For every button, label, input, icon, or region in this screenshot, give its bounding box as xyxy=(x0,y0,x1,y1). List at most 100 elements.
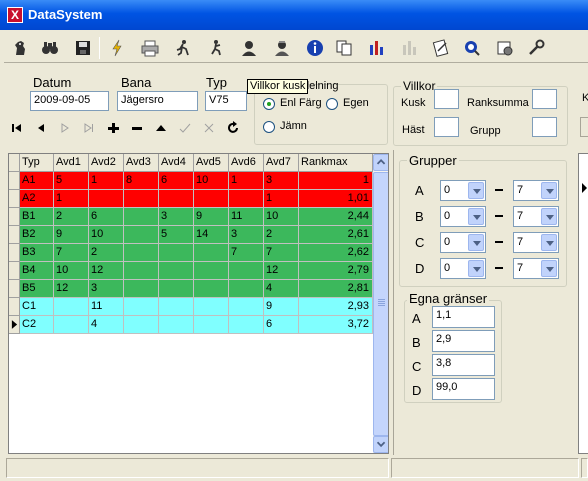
grid-cell[interactable] xyxy=(194,298,229,316)
grupper-to-select[interactable]: 7 xyxy=(513,258,559,279)
runner-icon[interactable] xyxy=(170,35,195,60)
grid-cell[interactable]: 6 xyxy=(264,316,299,334)
grid-cell[interactable] xyxy=(159,298,194,316)
grid-cell[interactable]: 10 xyxy=(194,172,229,190)
column-header[interactable]: Avd6 xyxy=(229,154,264,172)
grid-cell[interactable]: 1 xyxy=(54,190,89,208)
chevron-down-icon[interactable] xyxy=(541,260,557,277)
grupper-to-select[interactable]: 7 xyxy=(513,232,559,253)
grid-cell[interactable] xyxy=(124,298,159,316)
column-header[interactable]: Rankmax xyxy=(299,154,373,172)
grid-cell[interactable]: A1 xyxy=(20,172,54,190)
enl-farg-radio[interactable] xyxy=(263,98,275,110)
grid-cell[interactable]: 2 xyxy=(54,208,89,226)
column-header[interactable]: Avd4 xyxy=(159,154,194,172)
chevron-down-icon[interactable] xyxy=(541,182,557,199)
grid-cell[interactable]: 2,79 xyxy=(299,262,373,280)
grid-cell[interactable]: B5 xyxy=(20,280,54,298)
grid-cell[interactable]: 10 xyxy=(89,226,124,244)
grid-cell[interactable]: 3 xyxy=(264,172,299,190)
grid-cell[interactable]: 6 xyxy=(159,172,194,190)
scroll-thumb[interactable] xyxy=(373,172,388,436)
grid-cell[interactable] xyxy=(194,316,229,334)
jamn-label[interactable]: Jämn xyxy=(280,120,307,132)
grid-cell[interactable]: 4 xyxy=(89,316,124,334)
chevron-down-icon[interactable] xyxy=(468,234,484,251)
grid-cell[interactable]: 2,81 xyxy=(299,280,373,298)
grid-cell[interactable] xyxy=(194,262,229,280)
grid-cell[interactable]: B3 xyxy=(20,244,54,262)
grid-cell[interactable]: 1 xyxy=(299,172,373,190)
typ-field[interactable]: V75 xyxy=(205,91,247,111)
grid-cell[interactable]: 12 xyxy=(54,280,89,298)
row-indicator[interactable] xyxy=(9,226,20,244)
grid-cell[interactable]: B1 xyxy=(20,208,54,226)
grid-cell[interactable] xyxy=(194,280,229,298)
grupper-from-select[interactable]: 0 xyxy=(440,180,486,201)
egna-value-field[interactable]: 99,0 xyxy=(432,378,495,400)
hast-field[interactable] xyxy=(434,117,459,137)
grid-cell[interactable]: 1 xyxy=(89,172,124,190)
scroll-down-button[interactable] xyxy=(373,436,388,453)
grid-cell[interactable] xyxy=(159,280,194,298)
lightning-icon[interactable] xyxy=(104,35,129,60)
grid-cell[interactable]: 2 xyxy=(89,244,124,262)
grid-cell[interactable]: 3 xyxy=(89,280,124,298)
printer-icon[interactable] xyxy=(137,35,162,60)
data-grid[interactable]: Typ Avd1 Avd2 Avd3 Avd4 Avd5 Avd6 Avd7 Rankmax A1… xyxy=(8,153,389,454)
nav-insert-button[interactable] xyxy=(102,117,124,139)
grid-cell[interactable]: 5 xyxy=(54,172,89,190)
grid-cell[interactable] xyxy=(124,226,159,244)
app-icon[interactable]: X xyxy=(7,7,23,23)
grid-cell[interactable]: 9 xyxy=(194,208,229,226)
grid-scrollbar[interactable] xyxy=(373,154,388,453)
grid-cell[interactable] xyxy=(124,316,159,334)
binoculars-icon[interactable] xyxy=(37,35,62,60)
grid-cell[interactable]: 10 xyxy=(54,262,89,280)
row-indicator[interactable] xyxy=(9,280,20,298)
column-header[interactable]: Avd7 xyxy=(264,154,299,172)
grid-cell[interactable] xyxy=(54,298,89,316)
nav-edit-button[interactable] xyxy=(150,117,172,139)
grid-cell[interactable] xyxy=(54,316,89,334)
row-indicator[interactable] xyxy=(9,190,20,208)
info-icon[interactable] xyxy=(302,35,327,60)
search-web-icon[interactable] xyxy=(459,35,484,60)
grupp-field[interactable] xyxy=(532,117,557,137)
grid-cell[interactable]: 7 xyxy=(264,244,299,262)
egna-value-field[interactable]: 2,9 xyxy=(432,330,495,352)
nav-refresh-button[interactable] xyxy=(222,117,244,139)
grid-cell[interactable] xyxy=(229,316,264,334)
grid-cell[interactable] xyxy=(124,244,159,262)
row-indicator[interactable] xyxy=(9,208,20,226)
grid-cell[interactable]: 7 xyxy=(54,244,89,262)
grid-cell[interactable]: 6 xyxy=(89,208,124,226)
grid-cell[interactable]: 9 xyxy=(54,226,89,244)
chevron-down-icon[interactable] xyxy=(541,234,557,251)
grid-cell[interactable]: 2,61 xyxy=(299,226,373,244)
grid-cell[interactable]: B2 xyxy=(20,226,54,244)
grid-cell[interactable]: 2 xyxy=(264,226,299,244)
grid-cell[interactable]: 1 xyxy=(229,172,264,190)
grid-cell[interactable]: A2 xyxy=(20,190,54,208)
grid-cell[interactable]: 1,01 xyxy=(299,190,373,208)
grid-cell[interactable]: 14 xyxy=(194,226,229,244)
grid-cell[interactable] xyxy=(194,190,229,208)
egen-label[interactable]: Egen xyxy=(343,97,369,109)
kusk-field[interactable] xyxy=(434,89,459,109)
grid-cell[interactable] xyxy=(124,208,159,226)
grid-cell[interactable] xyxy=(159,244,194,262)
grid-cell[interactable]: 2,93 xyxy=(299,298,373,316)
grupper-to-select[interactable]: 7 xyxy=(513,180,559,201)
runner2-icon[interactable] xyxy=(203,35,228,60)
egen-radio[interactable] xyxy=(326,98,338,110)
row-indicator[interactable] xyxy=(9,262,20,280)
grid-cell[interactable] xyxy=(229,262,264,280)
clipped-button[interactable] xyxy=(580,117,588,137)
copy-icon[interactable] xyxy=(331,35,356,60)
grid-cell[interactable]: 3 xyxy=(229,226,264,244)
grid-cell[interactable] xyxy=(159,190,194,208)
column-header[interactable]: Avd2 xyxy=(89,154,124,172)
jamn-radio[interactable] xyxy=(263,121,275,133)
column-header[interactable]: Avd5 xyxy=(194,154,229,172)
